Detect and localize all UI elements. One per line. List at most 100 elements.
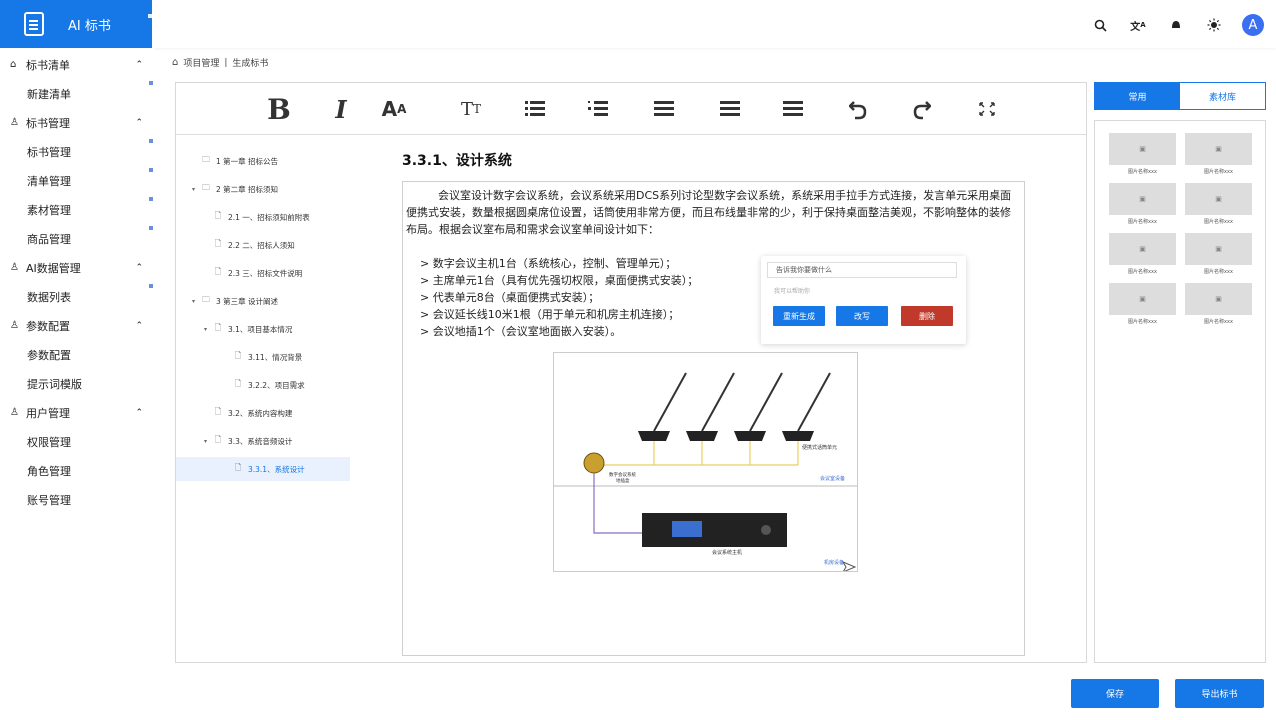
sidebar-item-param-config[interactable]: 参数配置 (0, 340, 155, 369)
sidebar-item-permissions[interactable]: 权限管理 (0, 427, 155, 456)
sidebar-item-material-management[interactable]: 素材管理 (0, 195, 155, 224)
sidebar-item-roles[interactable]: 角色管理 (0, 456, 155, 485)
sidebar-group-ai-data[interactable]: ♙ AI数据管理 ⌃ (0, 253, 155, 282)
notification-icon[interactable] (1166, 15, 1186, 35)
sidebar-item-accounts[interactable]: 账号管理 (0, 485, 155, 514)
document-body[interactable]: 会议室设计数字会议系统，会议系统采用DCS系列讨论型数字会议系统，系统采用手拉手… (402, 181, 1025, 656)
tree-node[interactable]: 🗋 2.1 一、招标须知前附表 (176, 205, 350, 229)
material-thumbnail[interactable]: ▣ (1109, 233, 1176, 265)
chevron-up-icon: ⌃ (135, 59, 143, 70)
material-thumbnail[interactable]: ▣ (1109, 283, 1176, 315)
material-thumbnail[interactable]: ▣ (1185, 233, 1252, 265)
sidebar-item-bid-management[interactable]: 标书管理 (0, 137, 155, 166)
breadcrumb-item[interactable]: 项目管理 (183, 56, 219, 69)
align-right-icon[interactable] (781, 89, 805, 129)
avatar[interactable]: A (1242, 14, 1264, 36)
sidebar-group-bid-list[interactable]: ⌂ 标书清单 ⌃ (0, 50, 155, 79)
file-icon: 🗋 (234, 379, 242, 388)
tree-node[interactable]: ▾ 🗀 2 第二章 招标须知 (176, 177, 350, 201)
thumbnail-caption: 图片名称xxx (1128, 169, 1157, 175)
image-icon: ▣ (1215, 295, 1222, 303)
sidebar-item-label: 权限管理 (27, 435, 71, 449)
sidebar-group-label: 用户管理 (26, 406, 70, 420)
editor-toolbar: B I AA TT (176, 83, 1086, 135)
chevron-down-icon[interactable]: ▾ (204, 326, 212, 333)
bold-icon[interactable]: B (264, 89, 294, 129)
chevron-up-icon: ⌃ (135, 407, 143, 418)
breadcrumb-separator: | (224, 57, 228, 68)
sidebar-item-label: 标书管理 (27, 145, 71, 159)
file-icon: 🗋 (214, 267, 222, 276)
fullscreen-icon[interactable] (975, 89, 999, 129)
app-title: AI 标书 (68, 18, 111, 34)
thumbnail-caption: 图片名称xxx (1128, 269, 1157, 275)
tree-node-label: 3.3、系统音频设计 (228, 436, 293, 446)
align-left-icon[interactable] (652, 89, 676, 129)
rewrite-button[interactable]: 改写 (836, 306, 888, 326)
app-logo[interactable]: AI 标书 (0, 0, 152, 48)
text-size-icon[interactable]: TT (456, 89, 486, 129)
image-icon: ▣ (1139, 245, 1146, 253)
image-icon: ▣ (1139, 295, 1146, 303)
save-button[interactable]: 保存 (1071, 679, 1159, 708)
chevron-down-icon[interactable]: ▾ (192, 298, 200, 305)
home-icon[interactable]: ⌂ (172, 57, 178, 68)
tree-node[interactable]: ▾ 🗋 3.3、系统音频设计 (176, 429, 350, 453)
tree-node[interactable]: 🗋 3.11、情况背景 (176, 345, 350, 369)
sidebar-item-label: 清单管理 (27, 174, 71, 188)
undo-icon[interactable] (846, 89, 870, 129)
tree-node[interactable]: 🗋 3.2、系统内容构建 (176, 401, 350, 425)
align-center-icon[interactable] (718, 89, 742, 129)
tree-node-label: 1 第一章 招标公告 (216, 156, 279, 166)
tab-material-library[interactable]: 素材库 (1180, 83, 1265, 109)
sidebar-item-product-management[interactable]: 商品管理 (0, 224, 155, 253)
breadcrumb: ⌂ 项目管理 | 生成标书 (172, 56, 268, 69)
bullet-item: > 会议延长线10米1根（用于单元和机房主机连接）； (420, 308, 680, 321)
sidebar-item-new-list[interactable]: 新建清单 (0, 79, 155, 108)
redo-icon[interactable] (910, 89, 934, 129)
chevron-down-icon[interactable]: ▾ (204, 438, 212, 445)
material-thumbnail[interactable]: ▣ (1185, 133, 1252, 165)
tree-node[interactable]: ▾ 🗋 3.1、项目基本情况 (176, 317, 350, 341)
material-thumbnail[interactable]: ▣ (1185, 283, 1252, 315)
tree-node[interactable]: 🗋 3.2.2、项目需求 (176, 373, 350, 397)
tab-common[interactable]: 常用 (1095, 83, 1180, 109)
tree-node[interactable]: 🗋 2.3 三、招标文件说明 (176, 261, 350, 285)
sidebar-item-list-management[interactable]: 清单管理 (0, 166, 155, 195)
search-icon[interactable] (1090, 15, 1110, 35)
editor-panel: B I AA TT 🗀 1 第一章 招标公告 ▾ 🗀 2 第二章 招标须知 🗋 2.1 一、 (175, 82, 1087, 663)
sidebar-item-label: 素材管理 (27, 203, 71, 217)
thumbnail-caption: 图片名称xxx (1204, 319, 1233, 325)
material-thumbnail[interactable]: ▣ (1109, 183, 1176, 215)
chevron-down-icon[interactable]: ▾ (192, 186, 200, 193)
tree-node[interactable]: 🗀 1 第一章 招标公告 (176, 149, 350, 173)
delete-button[interactable]: 删除 (901, 306, 953, 326)
tree-node[interactable]: ▾ 🗀 3 第三章 设计阐述 (176, 289, 350, 313)
thumbnail-caption: 图片名称xxx (1128, 319, 1157, 325)
tree-node[interactable]: 🗋 3.3.1、系统设计 (176, 457, 350, 481)
material-thumbnail[interactable]: ▣ (1185, 183, 1252, 215)
send-icon (841, 560, 857, 574)
thumbnail-caption: 图片名称xxx (1204, 219, 1233, 225)
tree-node[interactable]: 🗋 2.2 二、招标人须知 (176, 233, 350, 257)
translate-icon[interactable]: 文A (1128, 15, 1148, 35)
marker (149, 81, 153, 85)
regenerate-button[interactable]: 重新生成 (773, 306, 825, 326)
sidebar-item-label: 账号管理 (27, 493, 71, 507)
sidebar-group-users[interactable]: ♙ 用户管理 ⌃ (0, 398, 155, 427)
sidebar-item-prompt-template[interactable]: 提示词模版 (0, 369, 155, 398)
ai-prompt-input[interactable]: 告诉我你要做什么 (767, 262, 957, 278)
sidebar-item-data-list[interactable]: 数据列表 (0, 282, 155, 311)
section-heading: 3.3.1、设计系统 (402, 153, 512, 169)
file-icon: 🗋 (214, 407, 222, 416)
theme-icon[interactable] (1204, 15, 1224, 35)
indent-list-icon[interactable] (586, 89, 610, 129)
material-panel: 常用 素材库 ▣ 图片名称xxx ▣ 图片名称xxx ▣ 图片名称xxx ▣ 图片名称xxx ▣… (1094, 82, 1266, 663)
material-thumbnail[interactable]: ▣ (1109, 133, 1176, 165)
list-icon[interactable] (523, 89, 547, 129)
sidebar-group-params[interactable]: ♙ 参数配置 ⌃ (0, 311, 155, 340)
font-icon[interactable]: AA (380, 89, 408, 129)
export-bid-button[interactable]: 导出标书 (1175, 679, 1264, 708)
italic-icon[interactable]: I (329, 89, 353, 129)
sidebar-group-bid-management[interactable]: ♙ 标书管理 ⌃ (0, 108, 155, 137)
